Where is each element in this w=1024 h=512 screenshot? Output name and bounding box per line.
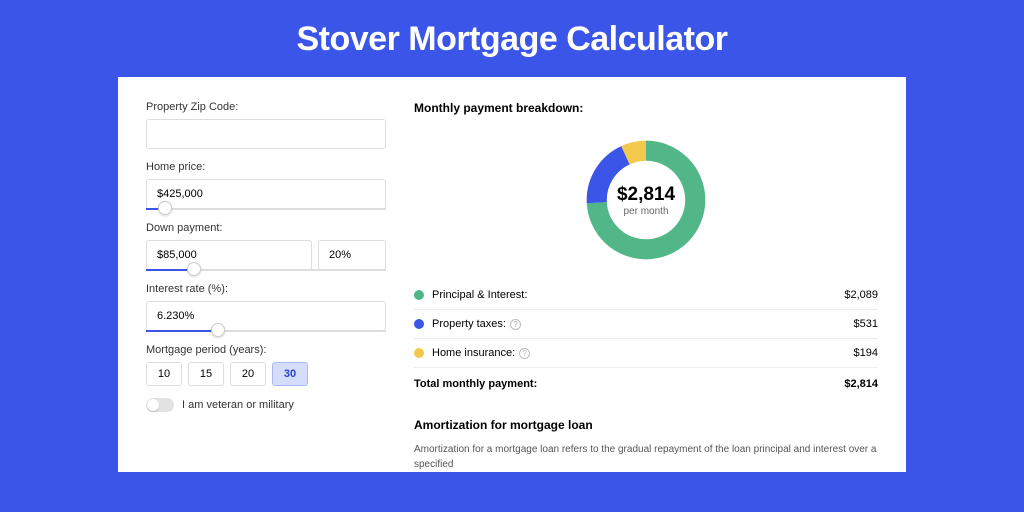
legend-row: Home insurance:?$194 <box>414 339 878 367</box>
total-label: Total monthly payment: <box>414 378 844 390</box>
period-field: Mortgage period (years): 10152030 <box>146 344 386 386</box>
veteran-row: I am veteran or military <box>146 398 386 412</box>
total-value: $2,814 <box>844 378 878 390</box>
interest-rate-field: Interest rate (%): <box>146 283 386 332</box>
veteran-label: I am veteran or military <box>182 399 294 411</box>
interest-rate-label: Interest rate (%): <box>146 283 386 295</box>
legend-label: Property taxes:? <box>432 318 854 330</box>
legend-row: Property taxes:?$531 <box>414 310 878 339</box>
donut-chart-wrap: $2,814 per month <box>414 127 878 281</box>
legend-label: Principal & Interest: <box>432 289 844 301</box>
period-button-20[interactable]: 20 <box>230 362 266 386</box>
down-payment-pct-input[interactable] <box>318 240 386 270</box>
home-price-input[interactable] <box>146 179 386 209</box>
down-payment-input[interactable] <box>146 240 312 270</box>
home-price-field: Home price: <box>146 161 386 210</box>
interest-rate-slider[interactable] <box>146 330 386 332</box>
slider-thumb[interactable] <box>158 201 172 215</box>
page-title: Stover Mortgage Calculator <box>0 0 1024 77</box>
breakdown-heading: Monthly payment breakdown: <box>414 101 878 115</box>
veteran-toggle[interactable] <box>146 398 174 412</box>
donut-center-value: $2,814 <box>617 184 675 206</box>
period-button-10[interactable]: 10 <box>146 362 182 386</box>
legend-dot <box>414 319 424 329</box>
info-icon[interactable]: ? <box>510 319 521 330</box>
legend-value: $531 <box>854 318 878 330</box>
total-row: Total monthly payment: $2,814 <box>414 367 878 400</box>
calculator-card: Property Zip Code: Home price: Down paym… <box>118 77 906 472</box>
info-icon[interactable]: ? <box>519 348 530 359</box>
down-payment-slider[interactable] <box>146 269 386 271</box>
legend: Principal & Interest:$2,089Property taxe… <box>414 281 878 367</box>
home-price-label: Home price: <box>146 161 386 173</box>
slider-thumb[interactable] <box>187 262 201 276</box>
period-button-15[interactable]: 15 <box>188 362 224 386</box>
down-payment-field: Down payment: <box>146 222 386 271</box>
amortization-heading: Amortization for mortgage loan <box>414 418 878 432</box>
slider-thumb[interactable] <box>211 323 225 337</box>
down-payment-label: Down payment: <box>146 222 386 234</box>
form-column: Property Zip Code: Home price: Down paym… <box>146 101 386 472</box>
legend-row: Principal & Interest:$2,089 <box>414 281 878 310</box>
amortization-text: Amortization for a mortgage loan refers … <box>414 442 878 472</box>
legend-dot <box>414 348 424 358</box>
donut-chart: $2,814 per month <box>581 135 711 265</box>
legend-value: $194 <box>854 347 878 359</box>
interest-rate-input[interactable] <box>146 301 386 331</box>
zip-field: Property Zip Code: <box>146 101 386 149</box>
donut-center-sub: per month <box>623 206 668 217</box>
period-label: Mortgage period (years): <box>146 344 386 356</box>
legend-label: Home insurance:? <box>432 347 854 359</box>
zip-input[interactable] <box>146 119 386 149</box>
period-buttons: 10152030 <box>146 362 386 386</box>
zip-label: Property Zip Code: <box>146 101 386 113</box>
home-price-slider[interactable] <box>146 208 386 210</box>
breakdown-column: Monthly payment breakdown: $2,814 per mo… <box>414 101 878 472</box>
legend-value: $2,089 <box>844 289 878 301</box>
amortization-section: Amortization for mortgage loan Amortizat… <box>414 418 878 472</box>
legend-dot <box>414 290 424 300</box>
period-button-30[interactable]: 30 <box>272 362 308 386</box>
